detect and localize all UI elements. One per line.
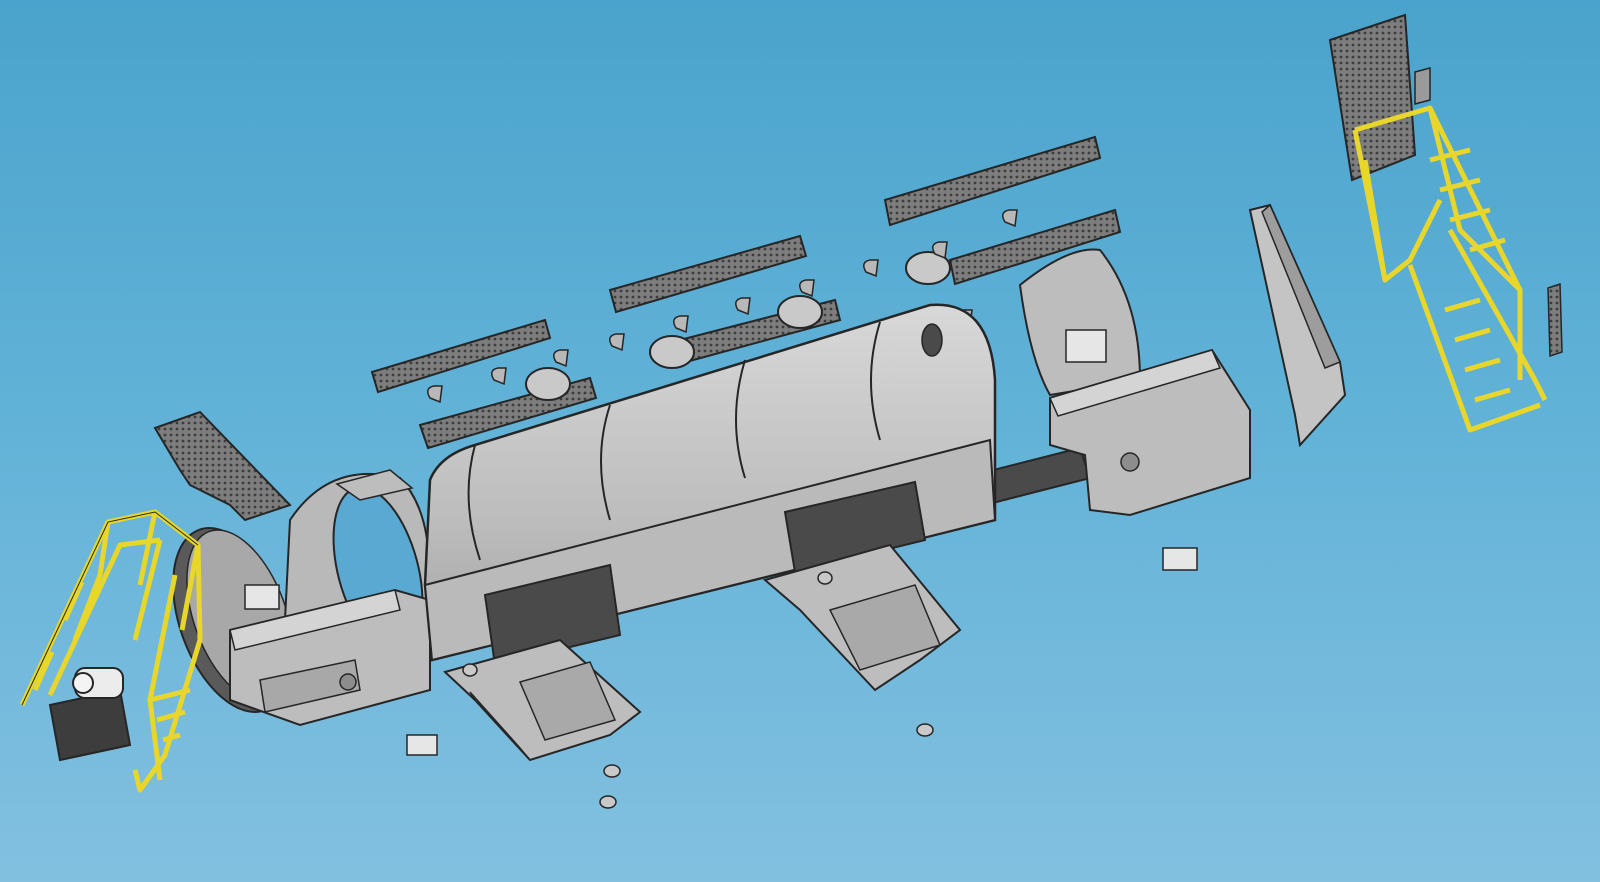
cad-viewport[interactable] xyxy=(0,0,1600,882)
rear-ring-housing[interactable] xyxy=(1018,248,1142,397)
drive-motor[interactable] xyxy=(48,667,132,762)
support-stand-left[interactable] xyxy=(443,638,642,762)
grating-panel-left[interactable] xyxy=(153,410,292,522)
exploded-assembly-drawing[interactable] xyxy=(0,0,1600,882)
chute-bracket[interactable] xyxy=(1248,203,1347,448)
